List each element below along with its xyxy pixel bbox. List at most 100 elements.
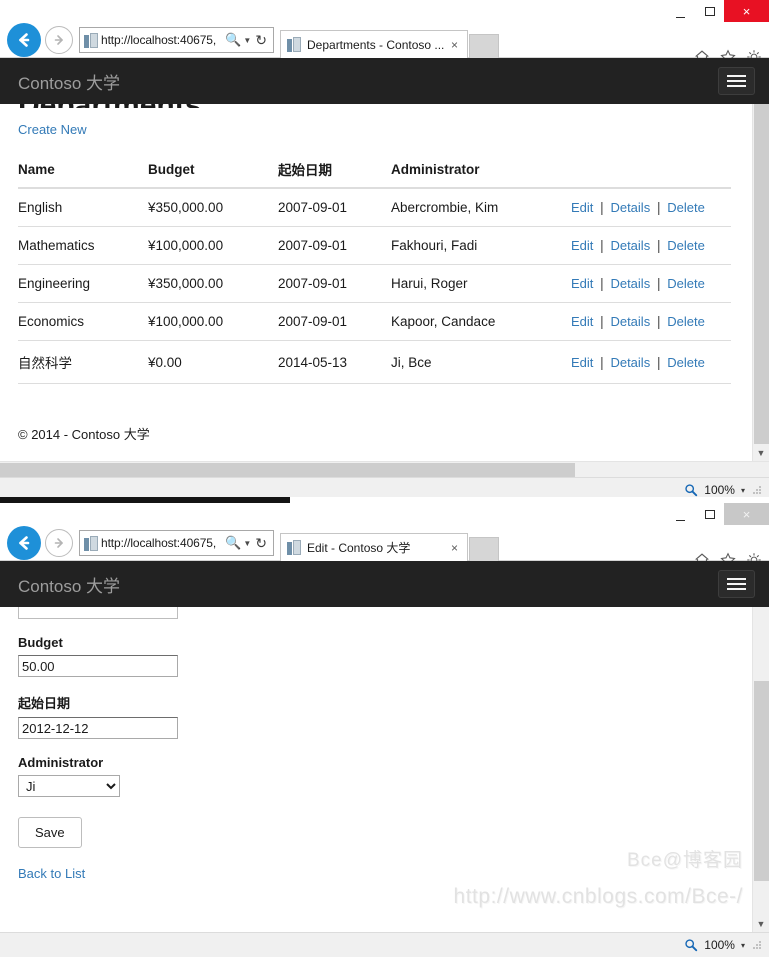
minimize-button[interactable]	[666, 503, 695, 525]
tab-edit[interactable]: Edit - Contoso 大学 ×	[280, 533, 468, 561]
start-date-label: 起始日期	[18, 696, 71, 711]
back-button[interactable]	[7, 23, 41, 57]
horizontal-scrollbar[interactable]	[0, 461, 769, 477]
cell-actions: Edit | Details | Delete	[571, 264, 731, 303]
address-text: http://localhost:40675,	[101, 536, 217, 550]
edit-link[interactable]: Edit	[571, 314, 593, 329]
table-row: English ¥350,000.00 2007-09-01 Abercromb…	[18, 188, 731, 227]
hamburger-menu-icon[interactable]	[718, 570, 755, 598]
delete-link[interactable]: Delete	[667, 200, 705, 215]
cell-administrator: Ji, Bce	[391, 340, 571, 384]
close-button[interactable]: ×	[724, 0, 769, 22]
edit-link[interactable]: Edit	[571, 276, 593, 291]
window-controls: ×	[666, 503, 769, 525]
search-icon[interactable]: 🔍	[224, 32, 242, 48]
horizontal-scroll-thumb[interactable]	[0, 463, 575, 477]
details-link[interactable]: Details	[610, 355, 650, 370]
cell-budget: ¥350,000.00	[148, 264, 278, 303]
column-header-name: Name	[18, 151, 148, 189]
administrator-select[interactable]: Ji	[18, 775, 120, 797]
address-bar[interactable]: http://localhost:40675, 🔍 ▼ ↻	[79, 27, 274, 53]
forward-button[interactable]	[45, 26, 73, 54]
action-separator: |	[600, 238, 604, 253]
site-brand[interactable]: Contoso 大学	[18, 69, 120, 94]
vertical-scroll-thumb[interactable]	[754, 104, 769, 444]
edit-form: Budget 起始日期 Administrator Ji Save Back t…	[0, 597, 769, 883]
close-button[interactable]: ×	[724, 503, 769, 525]
delete-link[interactable]: Delete	[667, 314, 705, 329]
hamburger-menu-icon[interactable]	[718, 67, 755, 95]
page-viewport-departments: Contoso 大学 Departments Create New Name B…	[0, 58, 769, 461]
create-new-link[interactable]: Create New	[18, 122, 87, 137]
tab-departments[interactable]: Departments - Contoso ... ×	[280, 30, 468, 58]
refresh-icon[interactable]: ↻	[255, 535, 271, 552]
scroll-down-arrow-icon[interactable]: ▼	[753, 444, 769, 461]
delete-link[interactable]: Delete	[667, 355, 705, 370]
zoom-chevron-down-icon[interactable]: ▾	[741, 941, 745, 950]
cell-name: Engineering	[18, 264, 148, 303]
action-separator: |	[656, 200, 661, 215]
vertical-scroll-thumb[interactable]	[754, 681, 769, 881]
scroll-down-arrow-icon[interactable]: ▼	[753, 915, 769, 932]
details-link[interactable]: Details	[610, 314, 650, 329]
details-link[interactable]: Details	[610, 276, 650, 291]
refresh-icon[interactable]: ↻	[255, 32, 271, 49]
site-header: Contoso 大学	[0, 561, 769, 607]
new-tab-button[interactable]	[469, 537, 499, 561]
site-header: Contoso 大学	[0, 58, 769, 104]
zoom-chevron-down-icon[interactable]: ▾	[741, 486, 745, 495]
cell-start-date: 2007-09-01	[278, 302, 391, 341]
page-favicon-icon	[84, 535, 98, 551]
tab-close-icon[interactable]: ×	[446, 541, 463, 555]
table-row: 自然科学 ¥0.00 2014-05-13 Ji, Bce Edit | Det…	[18, 340, 731, 384]
cell-name: English	[18, 200, 63, 215]
tab-close-icon[interactable]: ×	[446, 38, 463, 52]
maximize-button[interactable]	[695, 0, 724, 22]
zoom-magnifier-icon[interactable]	[684, 938, 698, 952]
details-link[interactable]: Details	[610, 238, 650, 253]
budget-input[interactable]	[18, 655, 178, 677]
back-to-list-link[interactable]: Back to List	[18, 866, 85, 881]
delete-link[interactable]: Delete	[667, 238, 705, 253]
site-brand[interactable]: Contoso 大学	[18, 572, 120, 597]
arrow-left-icon	[19, 536, 30, 550]
vertical-scrollbar[interactable]: ▲ ▼	[752, 58, 769, 461]
cell-administrator: Kapoor, Candace	[391, 302, 571, 341]
cell-actions: Edit | Details | Delete	[571, 302, 731, 341]
details-link[interactable]: Details	[610, 200, 650, 215]
chevron-down-icon[interactable]: ▼	[242, 539, 255, 548]
zoom-level-label[interactable]: 100%	[704, 938, 735, 952]
column-header-start-date: 起始日期	[278, 151, 391, 189]
search-icon[interactable]: 🔍	[224, 535, 242, 551]
arrow-right-icon	[54, 35, 63, 45]
vertical-scrollbar[interactable]: ▲ ▼	[752, 561, 769, 932]
departments-table: Name Budget 起始日期 Administrator English ¥…	[18, 151, 731, 406]
delete-link[interactable]: Delete	[667, 276, 705, 291]
save-button[interactable]: Save	[18, 817, 82, 848]
back-button[interactable]	[7, 526, 41, 560]
start-date-input[interactable]	[18, 717, 178, 739]
minimize-button[interactable]	[666, 0, 695, 22]
edit-link[interactable]: Edit	[571, 355, 593, 370]
address-bar[interactable]: http://localhost:40675, 🔍 ▼ ↻	[79, 530, 274, 556]
chevron-down-icon[interactable]: ▼	[242, 36, 255, 45]
resize-grip-icon[interactable]	[751, 939, 763, 951]
edit-link[interactable]: Edit	[571, 200, 593, 215]
forward-button[interactable]	[45, 529, 73, 557]
tab-favicon-icon	[287, 540, 301, 555]
zoom-level-label[interactable]: 100%	[704, 483, 735, 497]
edit-link[interactable]: Edit	[571, 238, 593, 253]
column-header-administrator: Administrator	[391, 151, 571, 189]
action-separator: |	[656, 276, 661, 291]
action-separator: |	[600, 354, 604, 370]
new-tab-button[interactable]	[469, 34, 499, 58]
column-header-actions	[571, 151, 731, 189]
maximize-button[interactable]	[695, 503, 724, 525]
zoom-magnifier-icon[interactable]	[684, 483, 698, 497]
resize-grip-icon[interactable]	[751, 484, 763, 496]
screen-root: × http://localhost:40675, 🔍 ▼ ↻ Departme…	[0, 0, 769, 958]
cell-administrator: Harui, Roger	[391, 264, 571, 303]
tab-strip: Departments - Contoso ... ×	[280, 22, 499, 58]
navigation-row: http://localhost:40675, 🔍 ▼ ↻ Edit - Con…	[0, 525, 769, 568]
table-row-spacer	[18, 383, 731, 406]
